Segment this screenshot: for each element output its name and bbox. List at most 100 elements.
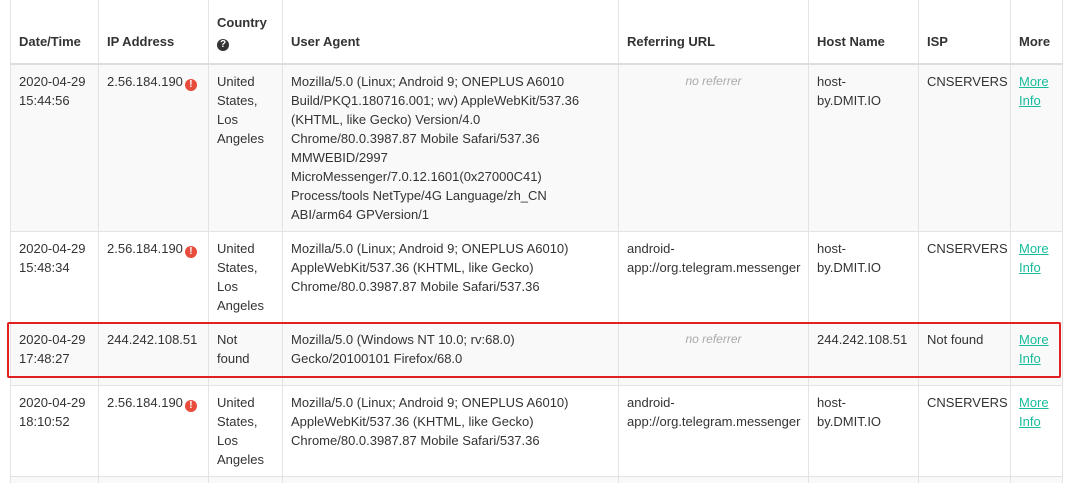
more-info-link[interactable]: More Info bbox=[1019, 74, 1049, 108]
user-agent-line: AppleWebKit/537.36 (KHTML, like Gecko) bbox=[291, 414, 534, 429]
cell-user-agent: Mozilla/5.0 (Windows NT 10.0; rv:68.0) Ge… bbox=[282, 322, 619, 386]
cell-referring-url: no referrer bbox=[618, 322, 809, 386]
more-info-link[interactable]: More Info bbox=[1019, 241, 1049, 275]
header-country-label: Country bbox=[217, 15, 267, 30]
more-info-line: Info bbox=[1019, 351, 1041, 366]
table-row: 2020-04-29 17:48:27 244.242.108.51 Not found… bbox=[10, 322, 1063, 386]
country-line: Los bbox=[217, 112, 238, 127]
more-info-link[interactable]: More Info bbox=[1019, 332, 1049, 366]
no-referrer-text: no referrer bbox=[685, 332, 742, 346]
host-line: host- bbox=[817, 395, 846, 410]
country-line: States, bbox=[217, 414, 258, 429]
cell-referring-url: android-app://org.telegram.messenger bbox=[618, 385, 809, 477]
cell-datetime: 2020-04-29 17:48:27 bbox=[10, 322, 99, 386]
country-line: States, bbox=[217, 260, 258, 275]
referrer-line: android- bbox=[627, 395, 675, 410]
user-agent-line: Mozilla/5.0 (Linux; Android 9; ONEPLUS A… bbox=[291, 395, 569, 410]
cell-empty bbox=[918, 476, 1011, 483]
cell-referring-url: no referrer bbox=[618, 64, 809, 232]
user-agent-line: MMWEBID/2997 bbox=[291, 150, 388, 165]
cell-more: More Info bbox=[1010, 322, 1063, 386]
time-text: 18:10:52 bbox=[19, 414, 70, 429]
time-text: 15:48:34 bbox=[19, 260, 70, 275]
cell-isp: CNSERVERS bbox=[918, 231, 1011, 323]
host-line: by.DMIT.IO bbox=[817, 93, 882, 108]
exclamation-circle-icon[interactable]: ! bbox=[184, 79, 197, 91]
cell-ip-address: 244.242.108.51 bbox=[98, 322, 209, 386]
cell-ip-address: 2.56.184.190! bbox=[98, 64, 209, 232]
ip-text: 244.242.108.51 bbox=[107, 332, 198, 347]
country-line: United bbox=[217, 241, 255, 256]
header-ip-address: IP Address bbox=[98, 0, 209, 65]
user-agent-line: Mozilla/5.0 (Linux; Android 9; ONEPLUS A… bbox=[291, 241, 569, 256]
date-text: 2020-04-29 bbox=[19, 395, 86, 410]
cell-isp: CNSERVERS bbox=[918, 64, 1011, 232]
country-line: Angeles bbox=[217, 452, 264, 467]
host-line: host- bbox=[817, 74, 846, 89]
user-agent-line: Chrome/80.0.3987.87 Mobile Safari/537.36 bbox=[291, 131, 540, 146]
question-circle-icon[interactable]: ? bbox=[217, 39, 229, 51]
more-info-line: More bbox=[1019, 241, 1049, 256]
exclamation-circle-icon[interactable]: ! bbox=[184, 246, 197, 258]
more-info-line: More bbox=[1019, 74, 1049, 89]
country-line: Angeles bbox=[217, 131, 264, 146]
header-datetime: Date/Time bbox=[10, 0, 99, 65]
user-agent-line: Mozilla/5.0 (Windows NT 10.0; rv:68.0) bbox=[291, 332, 515, 347]
more-info-link[interactable]: More Info bbox=[1019, 395, 1049, 429]
header-host-name: Host Name bbox=[808, 0, 919, 65]
country-line: States, bbox=[217, 93, 258, 108]
cell-ip-address: 2.56.184.190! bbox=[98, 231, 209, 323]
time-text: 15:44:56 bbox=[19, 93, 70, 108]
cell-more: More Info bbox=[1010, 231, 1063, 323]
country-line: Los bbox=[217, 433, 238, 448]
header-user-agent: User Agent bbox=[282, 0, 619, 65]
country-line: United bbox=[217, 395, 255, 410]
more-info-line: Info bbox=[1019, 414, 1041, 429]
cell-user-agent: Mozilla/5.0 (Linux; Android 9; ONEPLUS A… bbox=[282, 64, 619, 232]
cell-ip-address: 2.56.184.190! bbox=[98, 385, 209, 477]
time-text: 17:48:27 bbox=[19, 351, 70, 366]
table-row bbox=[10, 476, 1063, 483]
table-row: 2020-04-29 15:48:34 2.56.184.190! United Sta… bbox=[10, 231, 1063, 323]
more-info-line: Info bbox=[1019, 260, 1041, 275]
host-line: by.DMIT.IO bbox=[817, 414, 882, 429]
country-line: found bbox=[217, 351, 250, 366]
header-row: Date/Time IP Address Country ? User Agen… bbox=[10, 0, 1063, 65]
cell-user-agent: Mozilla/5.0 (Linux; Android 9; ONEPLUS A… bbox=[282, 385, 619, 477]
cell-more: More Info bbox=[1010, 64, 1063, 232]
exclamation-circle-icon[interactable]: ! bbox=[184, 400, 197, 412]
cell-country: United States, Los Angeles bbox=[208, 64, 283, 232]
user-agent-line: AppleWebKit/537.36 (KHTML, like Gecko) bbox=[291, 260, 534, 275]
cell-datetime: 2020-04-29 15:48:34 bbox=[10, 231, 99, 323]
date-text: 2020-04-29 bbox=[19, 241, 86, 256]
country-line: United bbox=[217, 74, 255, 89]
cell-empty bbox=[808, 476, 919, 483]
cell-host-name: host-by.DMIT.IO bbox=[808, 64, 919, 232]
user-agent-line: Process/tools NetType/4G Language/zh_CN bbox=[291, 188, 547, 203]
user-agent-line: Mozilla/5.0 (Linux; Android 9; ONEPLUS A… bbox=[291, 74, 565, 89]
cell-empty bbox=[208, 476, 283, 483]
user-agent-line: Build/PKQ1.180716.001; wv) AppleWebKit/5… bbox=[291, 93, 580, 108]
referrer-line: android- bbox=[627, 241, 675, 256]
table-row: 2020-04-29 15:44:56 2.56.184.190! United Sta… bbox=[10, 64, 1063, 232]
cell-host-name: 244.242.108.51 bbox=[808, 322, 919, 386]
user-agent-line: Gecko/20100101 Firefox/68.0 bbox=[291, 351, 463, 366]
table-row: 2020-04-29 18:10:52 2.56.184.190! United Sta… bbox=[10, 385, 1063, 477]
cell-isp: Not found bbox=[918, 322, 1011, 386]
ip-text: 2.56.184.190 bbox=[107, 241, 183, 256]
cell-empty bbox=[282, 476, 619, 483]
user-agent-line: MicroMessenger/7.0.12.1601(0x27000C41) bbox=[291, 169, 542, 184]
cell-user-agent: Mozilla/5.0 (Linux; Android 9; ONEPLUS A… bbox=[282, 231, 619, 323]
header-more: More bbox=[1010, 0, 1063, 65]
referrer-line: app://org.telegram.messenger bbox=[627, 414, 801, 429]
ip-text: 2.56.184.190 bbox=[107, 395, 183, 410]
header-isp: ISP bbox=[918, 0, 1011, 65]
cell-datetime: 2020-04-29 18:10:52 bbox=[10, 385, 99, 477]
host-line: by.DMIT.IO bbox=[817, 260, 882, 275]
more-info-line: Info bbox=[1019, 93, 1041, 108]
cell-country: United States, Los Angeles bbox=[208, 385, 283, 477]
ip-text: 2.56.184.190 bbox=[107, 74, 183, 89]
cell-country: United States, Los Angeles bbox=[208, 231, 283, 323]
cell-host-name: host-by.DMIT.IO bbox=[808, 385, 919, 477]
user-agent-line: ABI/arm64 GPVersion/1 bbox=[291, 207, 430, 222]
